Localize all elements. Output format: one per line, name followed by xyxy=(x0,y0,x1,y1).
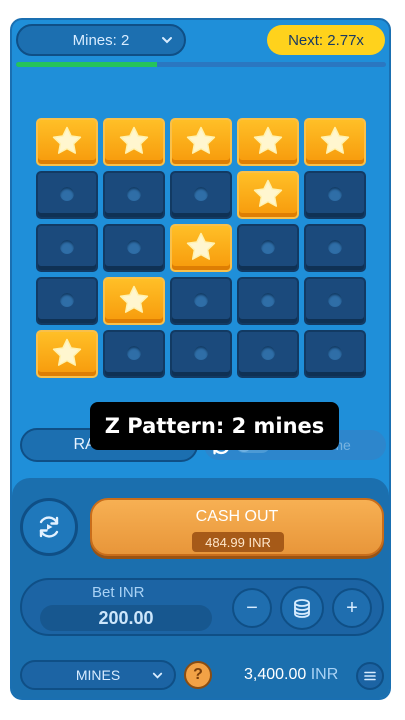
tile-dot-icon xyxy=(328,346,342,360)
star-icon xyxy=(320,126,350,154)
coins-stack-icon xyxy=(294,599,310,618)
hidden-tile[interactable] xyxy=(36,171,98,219)
hidden-tile[interactable] xyxy=(304,330,366,378)
caption-text: Z Pattern: 2 mines xyxy=(104,414,325,438)
game-select-label: MINES xyxy=(75,667,121,683)
revealed-star-tile xyxy=(237,118,299,166)
help-button[interactable]: ? xyxy=(184,661,212,689)
balance-currency: INR xyxy=(310,666,339,683)
tile-dot-icon xyxy=(328,240,342,254)
tile-dot-icon xyxy=(60,293,74,307)
revealed-star-tile xyxy=(170,118,232,166)
tile-dot-icon xyxy=(60,240,74,254)
tile-dot-icon xyxy=(261,346,275,360)
chevron-down-icon xyxy=(152,672,163,679)
bet-presets-button[interactable] xyxy=(280,586,324,630)
revealed-star-tile xyxy=(36,118,98,166)
hidden-tile[interactable] xyxy=(237,224,299,272)
repeat-icon xyxy=(39,516,59,538)
menu-button[interactable] xyxy=(356,662,384,690)
star-icon xyxy=(119,126,149,154)
revealed-star-tile xyxy=(304,118,366,166)
bet-label: Bet INR xyxy=(92,584,145,601)
star-icon xyxy=(253,126,283,154)
bet-amount-control: Bet INR 200.00 − + xyxy=(20,578,384,636)
tile-dot-icon xyxy=(328,293,342,307)
balance-amount: 3,400.00 xyxy=(244,666,307,683)
next-multiplier-label: Next: 2.77x xyxy=(288,31,364,49)
hidden-tile[interactable] xyxy=(36,224,98,272)
tile-dot-icon xyxy=(194,293,208,307)
star-icon xyxy=(119,285,149,313)
revealed-star-tile xyxy=(103,277,165,325)
revealed-star-tile xyxy=(170,224,232,272)
tile-dot-icon xyxy=(261,293,275,307)
cash-out-button[interactable]: CASH OUT 484.99 INR xyxy=(90,498,384,556)
mines-count-label: Mines: 2 xyxy=(72,31,130,49)
star-icon xyxy=(186,232,216,260)
mines-count-select[interactable]: Mines: 2 xyxy=(16,24,186,56)
game-select[interactable]: MINES xyxy=(20,660,176,690)
hidden-tile[interactable] xyxy=(237,277,299,325)
revealed-star-tile xyxy=(36,330,98,378)
hidden-tile[interactable] xyxy=(304,224,366,272)
chevron-down-icon xyxy=(162,37,172,44)
hidden-tile[interactable] xyxy=(36,277,98,325)
hidden-tile[interactable] xyxy=(170,277,232,325)
cash-out-label: CASH OUT xyxy=(195,508,279,525)
bet-amount-input[interactable]: 200.00 xyxy=(40,605,212,631)
revealed-star-tile xyxy=(103,118,165,166)
round-progress-bar xyxy=(16,62,386,67)
hidden-tile[interactable] xyxy=(103,171,165,219)
tile-dot-icon xyxy=(127,346,141,360)
game-frame: Mines: 2 Next: 2.77x Z Pattern: 2 mines … xyxy=(10,18,391,700)
tile-dot-icon xyxy=(261,240,275,254)
tile-dot-icon xyxy=(194,187,208,201)
hamburger-menu-icon xyxy=(364,671,376,681)
star-icon xyxy=(253,179,283,207)
cash-out-amount: 484.99 INR xyxy=(192,532,284,552)
tile-dot-icon xyxy=(60,187,74,201)
video-caption: Z Pattern: 2 mines xyxy=(90,402,339,450)
repeat-bet-button[interactable] xyxy=(20,498,78,556)
hidden-tile[interactable] xyxy=(304,171,366,219)
tile-dot-icon xyxy=(127,187,141,201)
next-multiplier-badge: Next: 2.77x xyxy=(267,25,385,55)
top-bar: Mines: 2 Next: 2.77x xyxy=(12,20,389,62)
round-progress-fill xyxy=(16,62,157,67)
hidden-tile[interactable] xyxy=(237,330,299,378)
hidden-tile[interactable] xyxy=(170,330,232,378)
balance-display: 3,400.00 INR xyxy=(244,666,338,684)
increase-bet-button[interactable]: + xyxy=(332,588,372,628)
hidden-tile[interactable] xyxy=(304,277,366,325)
revealed-star-tile xyxy=(237,171,299,219)
tile-dot-icon xyxy=(194,346,208,360)
bet-panel: CASH OUT 484.99 INR Bet INR 200.00 − + M… xyxy=(12,478,389,698)
hidden-tile[interactable] xyxy=(103,224,165,272)
tile-dot-icon xyxy=(127,240,141,254)
star-icon xyxy=(186,126,216,154)
star-icon xyxy=(52,338,82,366)
tile-dot-icon xyxy=(328,187,342,201)
mines-grid xyxy=(36,118,369,378)
hidden-tile[interactable] xyxy=(170,171,232,219)
hidden-tile[interactable] xyxy=(103,330,165,378)
decrease-bet-button[interactable]: − xyxy=(232,588,272,628)
star-icon xyxy=(52,126,82,154)
